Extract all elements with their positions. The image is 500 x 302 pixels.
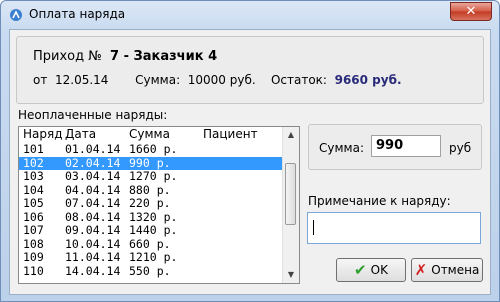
list-scrollbar[interactable]: ▲ ▼ <box>282 127 299 283</box>
order-id-cell: 110 <box>23 263 44 278</box>
order-id-cell: 108 <box>23 236 44 251</box>
order-sum-cell: 880 р. <box>129 182 171 197</box>
column-header-date[interactable]: Дата <box>65 127 96 141</box>
list-item[interactable]: 101 01.04.14 1660 р. <box>19 142 283 157</box>
order-sum-cell: 660 р. <box>129 236 171 251</box>
order-id-cell: 103 <box>23 169 44 183</box>
order-sum-cell: 550 р. <box>129 263 171 278</box>
app-icon <box>10 9 22 21</box>
note-label: Примечание к наряду: <box>308 194 451 208</box>
window-title: Оплата наряда <box>29 7 126 21</box>
order-date-cell: 14.04.14 <box>65 263 121 278</box>
order-date-cell: 10.04.14 <box>65 236 121 251</box>
payment-sum-input[interactable]: 990 <box>371 135 441 157</box>
receipt-value: 7 - Заказчик 4 <box>110 49 218 64</box>
order-id-cell: 109 <box>23 250 44 264</box>
payment-sum-group: Сумма: 990 руб <box>308 124 482 170</box>
order-sum-cell: 1270 р. <box>129 169 178 183</box>
title-bar[interactable]: Оплата наряда ✕ <box>1 1 499 29</box>
order-date-cell: 08.04.14 <box>65 209 121 224</box>
column-header-order[interactable]: Наряд <box>23 127 63 141</box>
remainder-value: 9660 руб. <box>334 73 402 87</box>
order-date-cell: 07.04.14 <box>65 196 121 210</box>
scroll-thumb[interactable] <box>285 163 296 225</box>
order-date-cell: 02.04.14 <box>65 155 121 170</box>
payment-sum-unit: руб <box>449 141 472 155</box>
order-sum-cell: 1440 р. <box>129 223 178 237</box>
dialog-window: Оплата наряда ✕ Приход № 7 - Заказчик 4 … <box>0 0 500 302</box>
order-sum-cell: 1320 р. <box>129 209 178 224</box>
order-date-cell: 01.04.14 <box>65 142 121 156</box>
ok-button[interactable]: ✔ OK <box>336 258 406 282</box>
column-header-sum[interactable]: Сумма <box>129 127 170 141</box>
ok-button-label: OK <box>370 263 388 277</box>
list-rows: 101 01.04.14 1660 р. 102 02.04.14 990 р. 103 03… <box>19 142 283 279</box>
order-id-cell: 102 <box>23 155 44 170</box>
text-caret <box>313 220 314 235</box>
total-sum-value: 10000 руб. <box>187 73 256 87</box>
order-id-cell: 106 <box>23 209 44 224</box>
order-id-cell: 107 <box>23 223 44 237</box>
order-id-cell: 105 <box>23 196 44 210</box>
date-label: от <box>33 73 48 87</box>
receipt-line: Приход № 7 - Заказчик 4 <box>33 49 217 64</box>
list-item[interactable]: 108 10.04.14 660 р. <box>19 236 283 252</box>
order-id-cell: 101 <box>23 142 44 156</box>
receipt-label: Приход № <box>33 49 102 64</box>
total-sum-label: Сумма: <box>135 73 181 87</box>
list-item[interactable]: 102 02.04.14 990 р. <box>19 155 283 170</box>
cancel-button-label: Отмена <box>431 263 480 277</box>
list-item[interactable]: 106 08.04.14 1320 р. <box>19 209 283 225</box>
order-date-cell: 03.04.14 <box>65 169 121 183</box>
unpaid-orders-caption: Неоплаченные наряды: <box>18 108 168 122</box>
order-sum-cell: 990 р. <box>129 155 171 170</box>
order-date-cell: 09.04.14 <box>65 223 121 237</box>
receipt-info-panel: Приход № 7 - Заказчик 4 от 12.05.14 Сумм… <box>16 36 484 104</box>
cancel-button[interactable]: ✗ Отмена <box>411 258 483 282</box>
list-item[interactable]: 105 07.04.14 220 р. <box>19 196 283 211</box>
scroll-down-icon[interactable]: ▼ <box>283 267 299 283</box>
list-item[interactable]: 103 03.04.14 1270 р. <box>19 169 283 184</box>
receipt-details: от 12.05.14 Сумма: 10000 руб. Остаток: 9… <box>33 73 402 87</box>
date-value: 12.05.14 <box>54 73 109 87</box>
order-sum-cell: 1210 р. <box>129 250 178 264</box>
remainder-label: Остаток: <box>270 73 327 87</box>
order-date-cell: 04.04.14 <box>65 182 121 197</box>
list-header: Наряд Дата Сумма Пациент <box>19 127 283 143</box>
list-item[interactable]: 110 14.04.14 550 р. <box>19 263 283 279</box>
list-item[interactable]: 104 04.04.14 880 р. <box>19 182 283 198</box>
unpaid-orders-list[interactable]: Наряд Дата Сумма Пациент 101 01.04.14 1660… <box>18 126 300 284</box>
order-id-cell: 104 <box>23 182 44 197</box>
scroll-up-icon[interactable]: ▲ <box>283 127 299 143</box>
list-item[interactable]: 109 11.04.14 1210 р. <box>19 250 283 265</box>
cross-icon: ✗ <box>414 261 428 279</box>
order-date-cell: 11.04.14 <box>65 250 121 264</box>
column-header-patient[interactable]: Пациент <box>203 127 258 141</box>
close-button[interactable]: ✕ <box>450 2 492 21</box>
dialog-body: Приход № 7 - Заказчик 4 от 12.05.14 Сумм… <box>9 29 491 295</box>
payment-sum-label: Сумма: <box>319 141 364 155</box>
order-sum-cell: 1660 р. <box>129 142 178 156</box>
note-input[interactable] <box>307 212 481 244</box>
order-sum-cell: 220 р. <box>129 196 171 210</box>
close-icon: ✕ <box>465 4 477 19</box>
list-item[interactable]: 107 09.04.14 1440 р. <box>19 223 283 238</box>
checkmark-icon: ✔ <box>354 261 367 279</box>
